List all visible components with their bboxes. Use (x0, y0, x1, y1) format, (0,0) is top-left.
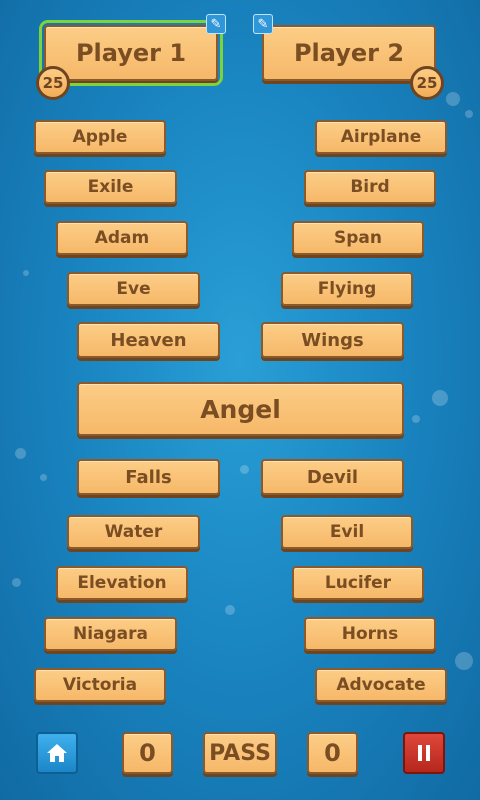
center-word-tile: Angel (77, 382, 404, 436)
home-button[interactable] (36, 732, 78, 774)
word-tile-right[interactable]: Wings (261, 322, 404, 358)
bubble (455, 652, 473, 670)
player-2-card[interactable]: Player 2 (262, 25, 436, 81)
bubble (446, 92, 460, 106)
player-1-name: Player 1 (75, 39, 187, 67)
word-tile-right[interactable]: Horns (304, 617, 436, 651)
word-tile-left[interactable]: Victoria (34, 668, 166, 702)
pencil-icon[interactable]: ✎ (253, 14, 273, 34)
word-tile-left[interactable]: Eve (67, 272, 200, 306)
bubble (40, 474, 47, 481)
pencil-icon[interactable]: ✎ (206, 14, 226, 34)
bubble (240, 465, 249, 474)
bubble (412, 415, 420, 423)
word-tile-right[interactable]: Flying (281, 272, 413, 306)
home-icon (47, 744, 67, 762)
bubble (432, 390, 448, 406)
word-tile-left[interactable]: Elevation (56, 566, 188, 600)
word-tile-left[interactable]: Exile (44, 170, 177, 204)
center-word: Angel (200, 394, 281, 424)
pause-icon (418, 745, 430, 761)
word-tile-right[interactable]: Devil (261, 459, 404, 495)
word-tile-left[interactable]: Water (67, 515, 200, 549)
bubble (225, 605, 235, 615)
bubble (23, 270, 29, 276)
word-tile-right[interactable]: Bird (304, 170, 436, 204)
pass-button[interactable]: PASS (203, 732, 277, 774)
bubble (465, 110, 473, 118)
word-tile-left[interactable]: Falls (77, 459, 220, 495)
bubble (12, 578, 21, 587)
word-tile-left[interactable]: Niagara (44, 617, 177, 651)
pause-button[interactable] (403, 732, 445, 774)
bubble (15, 448, 26, 459)
left-pass-count: 0 (122, 732, 173, 774)
word-tile-left[interactable]: Apple (34, 120, 166, 154)
word-tile-right[interactable]: Airplane (315, 120, 447, 154)
word-tile-right[interactable]: Evil (281, 515, 413, 549)
word-tile-left[interactable]: Adam (56, 221, 188, 255)
word-tile-right[interactable]: Lucifer (292, 566, 424, 600)
word-tile-left[interactable]: Heaven (77, 322, 220, 358)
player-2-score: 25 (410, 66, 444, 100)
player-1-card[interactable]: Player 1 (39, 20, 223, 86)
right-pass-count: 0 (307, 732, 358, 774)
player-1-score: 25 (36, 66, 70, 100)
word-tile-right[interactable]: Advocate (315, 668, 447, 702)
word-tile-right[interactable]: Span (292, 221, 424, 255)
player-2-name: Player 2 (293, 39, 405, 67)
